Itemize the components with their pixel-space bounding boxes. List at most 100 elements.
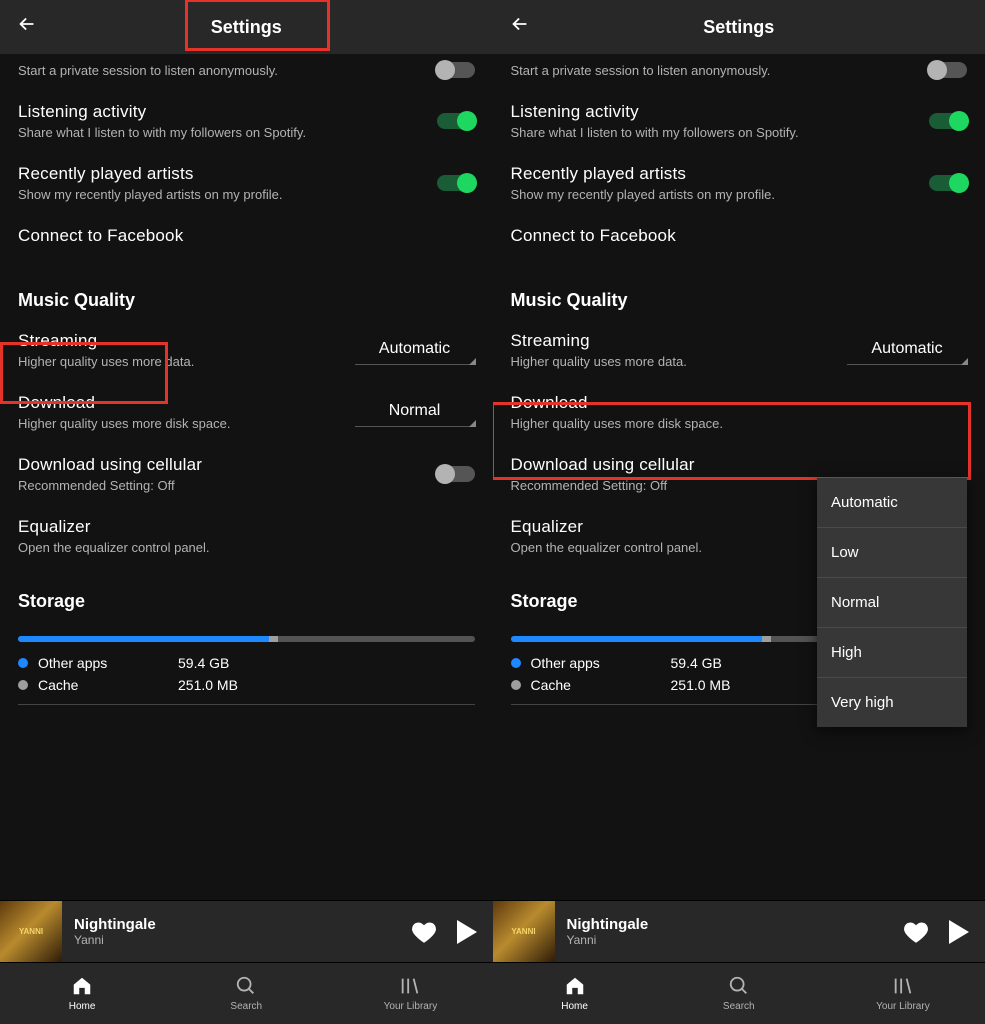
- option-automatic[interactable]: Automatic: [817, 478, 967, 528]
- eq-sub: Open the equalizer control panel.: [18, 540, 465, 555]
- download-title: Download: [511, 393, 958, 413]
- fb-title: Connect to Facebook: [511, 226, 958, 246]
- option-low[interactable]: Low: [817, 528, 967, 578]
- toggle-private-session[interactable]: [929, 62, 967, 78]
- row-recently-played[interactable]: Recently played artists Show my recently…: [18, 150, 475, 212]
- settings-scroll[interactable]: Start a private session to listen anonym…: [0, 54, 493, 900]
- recent-title: Recently played artists: [18, 164, 427, 184]
- row-streaming[interactable]: Streaming Higher quality uses more data.…: [18, 317, 475, 379]
- cell-sub: Recommended Setting: Off: [18, 478, 427, 493]
- legend-other-apps: Other apps 59.4 GB: [18, 652, 475, 674]
- toggle-private-session[interactable]: [437, 62, 475, 78]
- bottom-nav: Home Search Your Library: [0, 962, 493, 1024]
- row-listening-activity[interactable]: Listening activity Share what I listen t…: [18, 88, 475, 150]
- option-very-high[interactable]: Very high: [817, 678, 967, 727]
- row-equalizer[interactable]: Equalizer Open the equalizer control pan…: [18, 503, 475, 565]
- streaming-select[interactable]: Automatic: [847, 336, 967, 365]
- back-icon[interactable]: [509, 13, 531, 41]
- listening-title: Listening activity: [511, 102, 920, 122]
- dot-icon: [18, 680, 28, 690]
- heart-icon[interactable]: [903, 919, 929, 945]
- settings-scroll[interactable]: Start a private session to listen anonym…: [493, 54, 985, 900]
- home-icon: [71, 975, 93, 997]
- nav-library[interactable]: Your Library: [821, 963, 985, 1024]
- album-art[interactable]: YANNI: [493, 901, 555, 963]
- section-music-quality: Music Quality: [511, 256, 968, 317]
- cell-title: Download using cellular: [511, 455, 958, 475]
- nav-library[interactable]: Your Library: [328, 963, 492, 1024]
- legend-cache: Cache 251.0 MB: [18, 674, 475, 696]
- eq-title: Equalizer: [18, 517, 465, 537]
- play-icon[interactable]: [457, 920, 477, 944]
- section-storage: Storage: [18, 565, 475, 618]
- row-connect-facebook[interactable]: Connect to Facebook: [511, 212, 968, 256]
- download-select[interactable]: Normal: [355, 398, 475, 427]
- nav-home[interactable]: Home: [493, 963, 657, 1024]
- row-download[interactable]: Download Higher quality uses more disk s…: [18, 379, 475, 441]
- now-playing-bar[interactable]: YANNI Nightingale Yanni: [0, 900, 493, 962]
- recent-sub: Show my recently played artists on my pr…: [18, 187, 427, 202]
- header: Settings: [493, 0, 985, 54]
- highlight-settings-title: [185, 0, 330, 51]
- row-private-session[interactable]: Start a private session to listen anonym…: [511, 54, 968, 88]
- np-title: Nightingale: [74, 916, 411, 933]
- storage-legend: Other apps 59.4 GB Cache 251.0 MB: [18, 652, 475, 696]
- row-streaming[interactable]: Streaming Higher quality uses more data.…: [511, 317, 968, 379]
- row-private-session[interactable]: Start a private session to listen anonym…: [18, 54, 475, 88]
- streaming-select[interactable]: Automatic: [355, 336, 475, 365]
- row-recently-played[interactable]: Recently played artists Show my recently…: [511, 150, 968, 212]
- listening-sub: Share what I listen to with my followers…: [18, 125, 427, 140]
- listening-sub: Share what I listen to with my followers…: [511, 125, 920, 140]
- library-icon: [399, 975, 421, 997]
- nav-home[interactable]: Home: [0, 963, 164, 1024]
- heart-icon[interactable]: [411, 919, 437, 945]
- page-title: Settings: [0, 17, 493, 38]
- header: Settings: [0, 0, 493, 54]
- play-icon[interactable]: [949, 920, 969, 944]
- back-icon[interactable]: [16, 13, 38, 41]
- streaming-dropdown: Automatic Low Normal High Very high: [817, 478, 967, 727]
- streaming-sub: Higher quality uses more data.: [511, 354, 838, 369]
- library-icon: [892, 975, 914, 997]
- section-music-quality: Music Quality: [18, 256, 475, 317]
- home-icon: [564, 975, 586, 997]
- row-connect-facebook[interactable]: Connect to Facebook: [18, 212, 475, 256]
- cell-title: Download using cellular: [18, 455, 427, 475]
- listening-title: Listening activity: [18, 102, 427, 122]
- fb-title: Connect to Facebook: [18, 226, 465, 246]
- dot-icon: [511, 680, 521, 690]
- toggle-recent[interactable]: [437, 175, 475, 191]
- search-icon: [235, 975, 257, 997]
- np-artist: Yanni: [74, 933, 411, 947]
- toggle-cellular[interactable]: [437, 466, 475, 482]
- right-pane: Settings Start a private session to list…: [493, 0, 985, 1024]
- storage-bar: [18, 636, 475, 642]
- private-session-sub: Start a private session to listen anonym…: [511, 63, 771, 78]
- bottom-nav: Home Search Your Library: [493, 962, 985, 1024]
- nav-search[interactable]: Search: [657, 963, 821, 1024]
- left-pane: Settings Start a private session to list…: [0, 0, 493, 1024]
- nav-search[interactable]: Search: [164, 963, 328, 1024]
- np-artist: Yanni: [567, 933, 904, 947]
- now-playing-bar[interactable]: YANNI Nightingale Yanni: [493, 900, 985, 962]
- streaming-title: Streaming: [511, 331, 838, 351]
- toggle-listening[interactable]: [437, 113, 475, 129]
- private-session-sub: Start a private session to listen anonym…: [18, 63, 278, 78]
- row-download[interactable]: Download Higher quality uses more disk s…: [511, 379, 968, 441]
- np-title: Nightingale: [567, 916, 904, 933]
- option-normal[interactable]: Normal: [817, 578, 967, 628]
- dot-icon: [511, 658, 521, 668]
- dot-icon: [18, 658, 28, 668]
- toggle-recent[interactable]: [929, 175, 967, 191]
- download-sub: Higher quality uses more disk space.: [511, 416, 958, 431]
- option-high[interactable]: High: [817, 628, 967, 678]
- download-sub: Higher quality uses more disk space.: [18, 416, 345, 431]
- recent-sub: Show my recently played artists on my pr…: [511, 187, 920, 202]
- toggle-listening[interactable]: [929, 113, 967, 129]
- album-art[interactable]: YANNI: [0, 901, 62, 963]
- page-title: Settings: [493, 17, 985, 38]
- row-download-cellular[interactable]: Download using cellular Recommended Sett…: [18, 441, 475, 503]
- recent-title: Recently played artists: [511, 164, 920, 184]
- download-title: Download: [18, 393, 345, 413]
- row-listening-activity[interactable]: Listening activity Share what I listen t…: [511, 88, 968, 150]
